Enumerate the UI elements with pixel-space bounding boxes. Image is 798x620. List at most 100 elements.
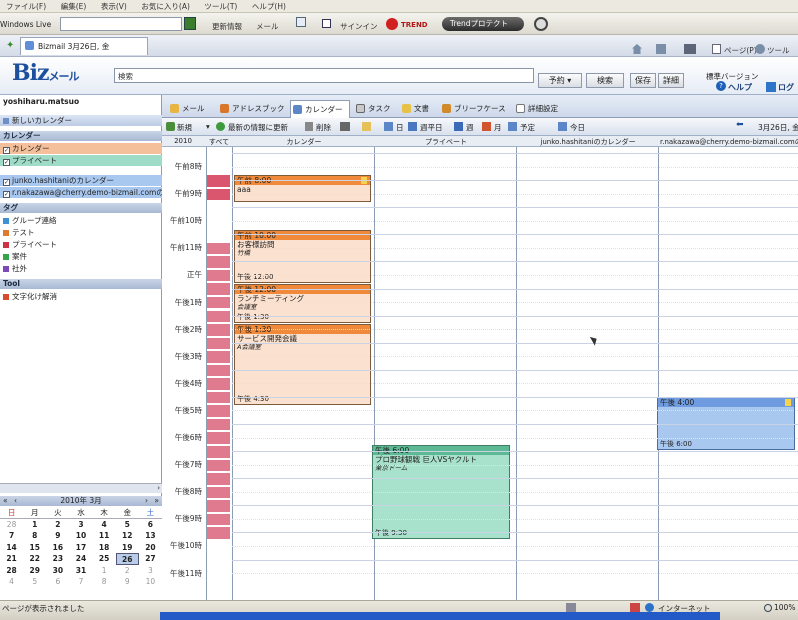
mini-calendar-day[interactable]: 12 <box>116 530 139 542</box>
mini-calendar-day[interactable]: 16 <box>46 542 69 554</box>
mini-calendar-day[interactable]: 28 <box>0 565 23 577</box>
radar-icon[interactable] <box>534 17 548 31</box>
scroll-right-icon[interactable]: › <box>157 484 160 492</box>
calendar-day-grid[interactable]: 午前 8:00 aaa 午前 10:00 お客様訪問 竹橋 午後 12:00 午… <box>162 147 798 600</box>
search-go-icon[interactable] <box>184 17 196 30</box>
help-link[interactable]: ヘルプ <box>728 82 752 93</box>
mini-calendar-day[interactable]: 6 <box>139 519 162 531</box>
checkbox-checked-icon[interactable]: ✓ <box>3 159 10 166</box>
mini-calendar-day[interactable]: 8 <box>23 530 46 542</box>
mini-calendar-day[interactable]: 10 <box>139 576 162 588</box>
next-year-icon[interactable]: » <box>154 496 159 506</box>
mini-calendar-day[interactable]: 6 <box>46 576 69 588</box>
day-view-button[interactable]: 日 <box>396 122 404 133</box>
menu-help[interactable]: ヘルプ(H) <box>246 0 292 12</box>
calendar-item-junko[interactable]: ✓ junko.hashitaniのカレンダー <box>0 175 162 186</box>
prev-year-icon[interactable]: « <box>3 496 8 506</box>
mini-calendar-day[interactable]: 24 <box>69 553 92 565</box>
next-month-icon[interactable]: › <box>145 496 148 506</box>
delete-button[interactable]: 削除 <box>316 122 331 133</box>
mini-calendar-day[interactable]: 25 <box>93 553 116 565</box>
prev-day-icon[interactable]: ⬅ <box>736 120 744 130</box>
schedule-button[interactable]: 予定 <box>520 122 535 133</box>
favorites-star-icon[interactable]: ✦ <box>6 40 14 51</box>
today-button[interactable]: 今日 <box>570 122 585 133</box>
checkbox-checked-icon[interactable]: ✓ <box>3 191 10 198</box>
signin-button[interactable]: サインイン <box>340 21 378 32</box>
news-button[interactable]: 更新情報 <box>212 21 242 32</box>
search-input[interactable]: 検索 <box>114 68 534 83</box>
mail-button[interactable]: メール <box>256 21 279 32</box>
tag-item[interactable]: プライベート <box>0 239 162 250</box>
logout-link[interactable]: ログ <box>778 82 794 93</box>
mini-calendar-day[interactable]: 11 <box>93 530 116 542</box>
new-dropdown-icon[interactable]: ▾ <box>206 122 210 131</box>
workweek-button[interactable]: 週平日 <box>420 122 443 133</box>
mini-calendar-day[interactable]: 9 <box>116 576 139 588</box>
page-menu-button[interactable]: ページ(P) <box>724 45 757 56</box>
logout-icon[interactable] <box>766 82 776 92</box>
mini-calendar-day[interactable]: 23 <box>46 553 69 565</box>
menu-file[interactable]: ファイル(F) <box>0 0 52 12</box>
tag-item[interactable]: グループ連絡 <box>0 215 162 226</box>
tab-tasks[interactable]: タスク <box>354 100 391 118</box>
mini-calendar-day[interactable]: 20 <box>139 542 162 554</box>
mini-calendar-day[interactable]: 7 <box>69 576 92 588</box>
mini-calendar-day[interactable]: 30 <box>46 565 69 577</box>
mini-calendar-day[interactable]: 10 <box>69 530 92 542</box>
tag-item[interactable]: テスト <box>0 227 162 238</box>
new-button[interactable]: 新規 <box>177 122 192 133</box>
mini-calendar-day[interactable]: 1 <box>93 565 116 577</box>
mini-calendar-day[interactable]: 18 <box>93 542 116 554</box>
tool-item-mojibake[interactable]: 文字化け解消 <box>0 291 162 302</box>
calendar-item-nakazawa[interactable]: ✓ r.nakazawa@cherry.demo-bizmail.comの <box>0 187 162 198</box>
zoom-label[interactable]: 100% <box>774 603 795 612</box>
mini-calendar-day[interactable]: 1 <box>23 519 46 531</box>
trend-protect-button[interactable]: Trendプロテクト <box>442 17 524 31</box>
mini-calendar-day[interactable]: 9 <box>46 530 69 542</box>
search-button[interactable]: 検索 <box>586 73 624 88</box>
mini-calendar-day[interactable]: 13 <box>139 530 162 542</box>
reserve-dropdown[interactable]: 予約 ▾ <box>538 73 582 88</box>
tag-item[interactable]: 社外 <box>0 263 162 274</box>
mini-calendar-day[interactable]: 15 <box>23 542 46 554</box>
tab-settings[interactable]: 詳細設定 <box>514 100 558 118</box>
tag-icon[interactable] <box>362 122 371 131</box>
week-button[interactable]: 週 <box>466 122 474 133</box>
mini-calendar-day[interactable]: 7 <box>0 530 23 542</box>
menu-edit[interactable]: 編集(E) <box>55 0 93 12</box>
mini-calendar-day[interactable]: 4 <box>0 576 23 588</box>
mini-calendar-day[interactable]: 3 <box>139 565 162 577</box>
prev-month-icon[interactable]: ‹ <box>14 496 17 506</box>
event-aaa[interactable]: 午前 8:00 aaa <box>234 175 371 202</box>
tab-calendar[interactable]: カレンダー <box>290 100 350 118</box>
mini-calendar-day[interactable]: 31 <box>69 565 92 577</box>
mini-calendar-day[interactable]: 28 <box>0 519 23 531</box>
mini-calendar-day[interactable]: 29 <box>23 565 46 577</box>
mini-calendar-day[interactable]: 5 <box>23 576 46 588</box>
mini-calendar-day[interactable]: 3 <box>69 519 92 531</box>
mini-calendar-day[interactable]: 8 <box>93 576 116 588</box>
new-calendar-button[interactable]: 新しいカレンダー <box>0 115 162 126</box>
checkbox-checked-icon[interactable]: ✓ <box>3 147 10 154</box>
mini-calendar-day[interactable]: 14 <box>0 542 23 554</box>
checkbox-checked-icon[interactable]: ✓ <box>3 179 10 186</box>
event-service-dev-meeting[interactable]: 午後 1:30 サービス開発会議 A会議室 午後 4:30 <box>234 324 371 405</box>
mini-calendar-day[interactable]: 26 <box>115 553 139 565</box>
edition-label[interactable]: 標準バージョン <box>706 71 758 82</box>
event-lunch-meeting[interactable]: 午後 12:00 ランチミーティング 会議室 午後 1:30 <box>234 284 371 323</box>
print-icon[interactable] <box>684 44 696 54</box>
advanced-button[interactable]: 詳細 <box>658 73 684 88</box>
print-icon[interactable] <box>340 122 350 131</box>
tab-addressbook[interactable]: アドレスブック <box>218 100 285 118</box>
mini-calendar-day[interactable]: 5 <box>116 519 139 531</box>
tab-mail[interactable]: メール <box>168 100 205 118</box>
mini-calendar-day[interactable]: 17 <box>69 542 92 554</box>
refresh-button[interactable]: 最新の情報に更新 <box>228 122 288 133</box>
menu-tools[interactable]: ツール(T) <box>198 0 243 12</box>
calendar-item-calendar[interactable]: ✓ カレンダー <box>0 143 162 154</box>
tab-documents[interactable]: 文書 <box>400 100 429 118</box>
menu-view[interactable]: 表示(V) <box>95 0 133 12</box>
mini-calendar-day[interactable]: 22 <box>23 553 46 565</box>
mini-calendar-day[interactable]: 4 <box>93 519 116 531</box>
